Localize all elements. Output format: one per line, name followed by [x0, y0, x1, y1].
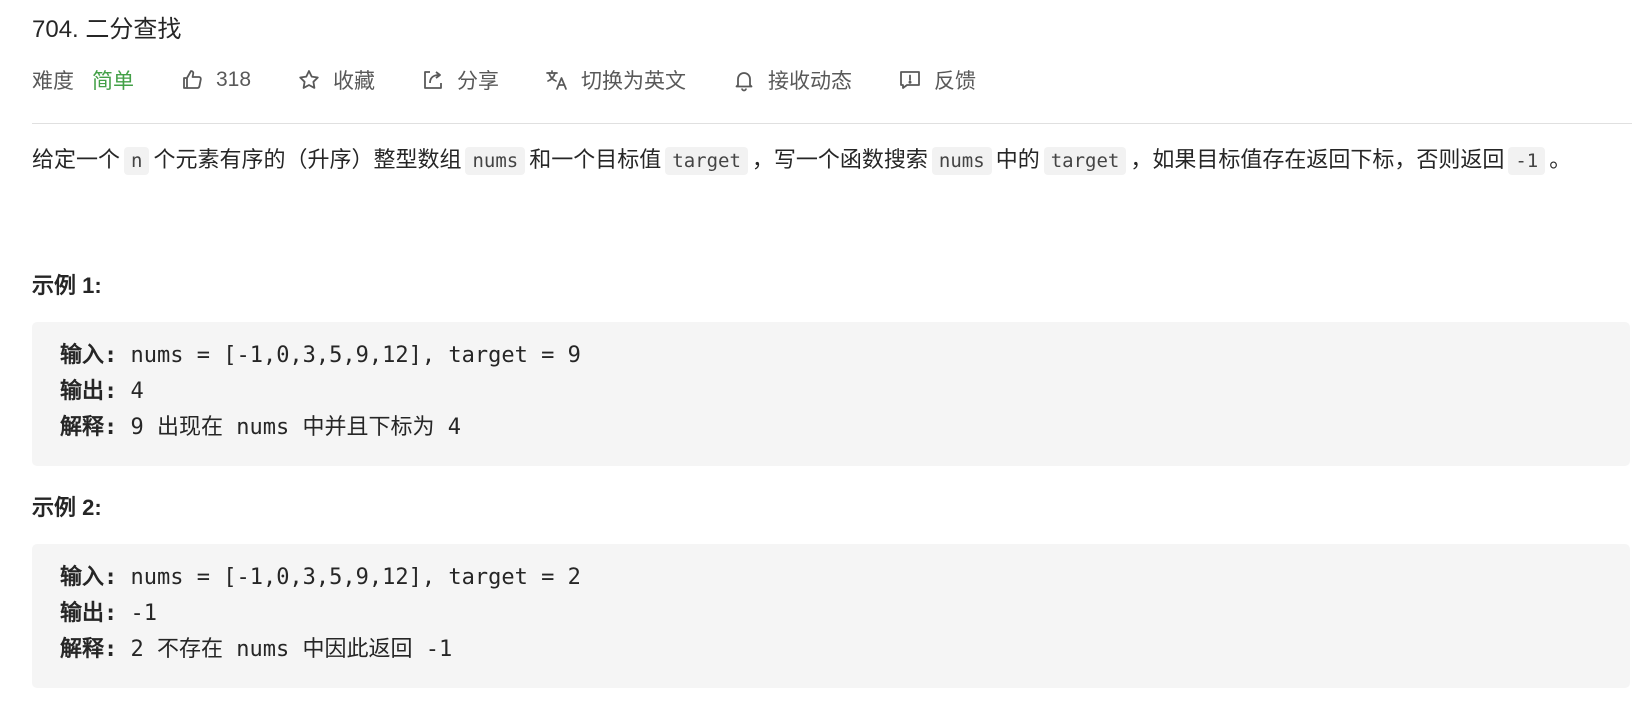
- inline-code: n: [124, 147, 150, 175]
- inline-code: target: [665, 147, 748, 175]
- translate-icon: [545, 68, 569, 92]
- share-icon: [421, 68, 445, 92]
- thumbs-up-icon: [180, 68, 204, 92]
- inline-code: -1: [1508, 147, 1546, 175]
- desc-text: 和一个目标值: [529, 147, 662, 172]
- share-label: 分享: [457, 70, 500, 93]
- inline-code: nums: [931, 147, 992, 175]
- problem-description: 给定一个 n 个元素有序的（升序）整型数组 nums 和一个目标值 target ，写一个函…: [32, 143, 1637, 178]
- output-label: 输出:: [60, 601, 118, 626]
- like-button[interactable]: 318: [180, 68, 251, 92]
- example-input-line: 输入: nums = [-1,0,3,5,9,12], target = 9: [60, 338, 1602, 374]
- output-value: -1: [117, 601, 157, 626]
- feedback-button[interactable]: 反馈: [898, 65, 976, 95]
- input-value: nums = [-1,0,3,5,9,12], target = 9: [117, 343, 581, 368]
- switch-language-button[interactable]: 切换为英文: [545, 65, 686, 95]
- feedback-icon: [898, 68, 922, 92]
- divider: [32, 123, 1632, 124]
- input-label: 输入:: [60, 565, 118, 590]
- subscribe-button[interactable]: 接收动态: [732, 65, 852, 95]
- explain-value: 9 出现在 nums 中并且下标为 4: [117, 415, 461, 440]
- difficulty-value: 简单: [92, 70, 134, 93]
- desc-text: ，写一个函数搜索: [751, 147, 928, 172]
- favorite-label: 收藏: [333, 70, 376, 93]
- explain-label: 解释:: [60, 415, 118, 440]
- share-button[interactable]: 分享: [421, 65, 499, 95]
- desc-text: 。: [1549, 147, 1572, 172]
- example-explain-line: 解释: 2 不存在 nums 中因此返回 -1: [60, 632, 1602, 668]
- output-label: 输出:: [60, 379, 118, 404]
- explain-label: 解释:: [60, 637, 118, 662]
- desc-text: 中的: [995, 147, 1040, 172]
- explain-value: 2 不存在 nums 中因此返回 -1: [117, 637, 453, 662]
- difficulty: 难度 简单: [32, 65, 134, 95]
- like-count: 318: [216, 68, 252, 91]
- problem-title: 704. 二分查找: [32, 16, 182, 43]
- desc-text: 个元素有序的（升序）整型数组: [153, 147, 462, 172]
- problem-meta-bar: 难度 简单 318 收藏 分享 切换为英文 接收动态 反馈: [32, 62, 1022, 98]
- input-value: nums = [-1,0,3,5,9,12], target = 2: [117, 565, 581, 590]
- desc-text: ，如果目标值存在返回下标，否则返回: [1130, 147, 1505, 172]
- example-explain-line: 解释: 9 出现在 nums 中并且下标为 4: [60, 410, 1602, 446]
- example-output-line: 输出: 4: [60, 374, 1602, 410]
- difficulty-label: 难度: [32, 70, 74, 93]
- feedback-label: 反馈: [934, 70, 977, 93]
- bell-icon: [732, 68, 756, 92]
- switch-language-label: 切换为英文: [581, 70, 687, 93]
- desc-text: 给定一个: [32, 147, 121, 172]
- example-input-line: 输入: nums = [-1,0,3,5,9,12], target = 2: [60, 560, 1602, 596]
- example-2-code: 输入: nums = [-1,0,3,5,9,12], target = 2 输…: [32, 544, 1630, 688]
- example-1-code: 输入: nums = [-1,0,3,5,9,12], target = 9 输…: [32, 322, 1630, 466]
- input-label: 输入:: [60, 343, 118, 368]
- example-1-title: 示例 1:: [32, 273, 102, 298]
- example-2-title: 示例 2:: [32, 495, 102, 520]
- favorite-button[interactable]: 收藏: [297, 65, 375, 95]
- inline-code: target: [1043, 147, 1127, 175]
- star-icon: [297, 68, 321, 92]
- inline-code: nums: [465, 147, 526, 175]
- example-output-line: 输出: -1: [60, 596, 1602, 632]
- output-value: 4: [117, 379, 144, 404]
- subscribe-label: 接收动态: [768, 70, 853, 93]
